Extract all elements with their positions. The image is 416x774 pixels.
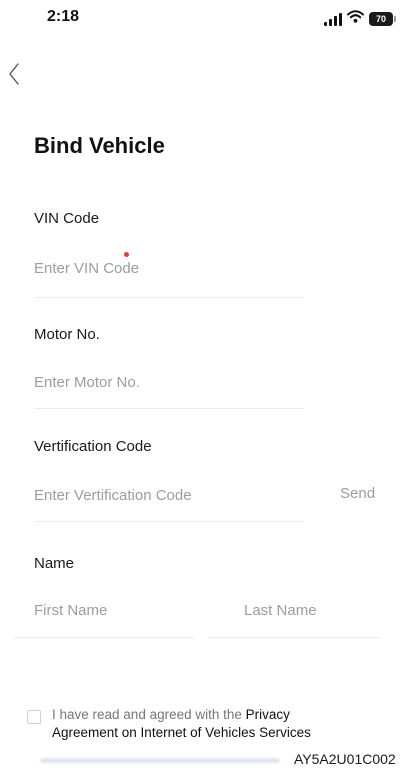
signal-icon [324, 12, 342, 26]
motor-input[interactable] [34, 371, 304, 393]
motor-label: Motor No. [34, 326, 100, 343]
agreement-checkbox[interactable] [27, 710, 41, 724]
privacy-link[interactable]: Privacy [246, 707, 290, 722]
agreement-prefix: I have read and agreed with the [52, 707, 246, 722]
last-name-divider [208, 637, 380, 638]
vin-divider [34, 297, 304, 298]
battery-icon: 70 [369, 12, 396, 26]
page-title: Bind Vehicle [34, 133, 165, 158]
first-name-input[interactable] [34, 599, 194, 621]
motor-divider [34, 408, 304, 409]
first-name-divider [14, 637, 194, 638]
vin-input[interactable] [34, 257, 304, 279]
chevron-left-icon [8, 62, 20, 90]
name-label: Name [34, 555, 75, 572]
agreement-text: I have read and agreed with the Privacy [52, 706, 392, 724]
send-code-button[interactable]: Send [340, 485, 375, 502]
watermark-code: AY5A2U01C002 [294, 751, 396, 767]
last-name-input[interactable] [244, 599, 374, 621]
wifi-icon [347, 10, 364, 28]
status-icons: 70 [324, 9, 396, 29]
blurred-strip [40, 758, 280, 763]
vin-label: VIN Code [34, 210, 100, 227]
agreement-link-continued[interactable]: Agreement on Internet of Vehicles Servic… [52, 724, 311, 742]
verification-divider [34, 521, 304, 522]
verification-input[interactable] [34, 484, 324, 506]
status-bar: 2:18 70 [0, 0, 416, 40]
required-dot [124, 252, 129, 257]
status-time: 2:18 [47, 8, 80, 25]
verification-label: Vertification Code [34, 438, 152, 455]
back-button[interactable] [2, 62, 26, 90]
